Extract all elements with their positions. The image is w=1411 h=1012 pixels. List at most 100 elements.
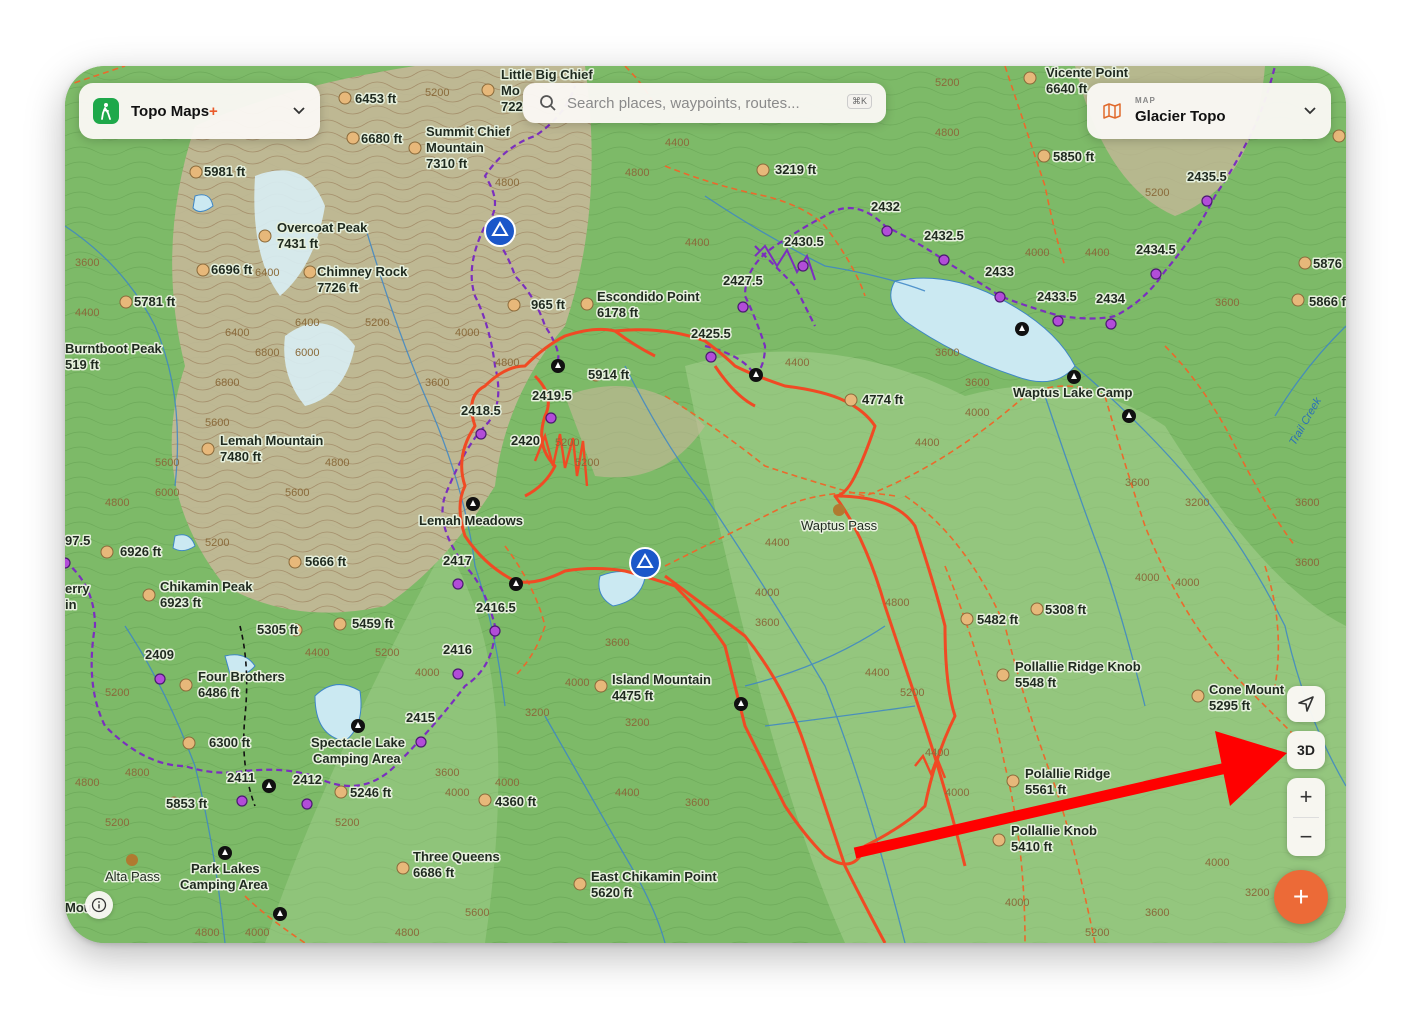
svg-text:4400: 4400 [75, 307, 99, 319]
svg-text:6000: 6000 [155, 487, 179, 499]
place-label: Camping Area [313, 751, 401, 766]
place-label: Alta Pass [105, 869, 160, 884]
chevron-down-icon [293, 107, 305, 115]
info-button[interactable] [85, 891, 113, 919]
svg-text:6400: 6400 [255, 267, 279, 279]
peak-label: 5246 ft [350, 785, 392, 800]
svg-text:4000: 4000 [1135, 572, 1159, 584]
place-label: in [65, 597, 77, 612]
peak-label: 5853 ft [166, 796, 208, 811]
svg-text:4400: 4400 [665, 137, 689, 149]
svg-text:6400: 6400 [295, 317, 319, 329]
svg-text:6400: 6400 [225, 327, 249, 339]
svg-text:5600: 5600 [285, 487, 309, 499]
svg-text:3600: 3600 [1295, 497, 1319, 509]
peak-label: Mo [501, 83, 520, 98]
mile-marker-label: 2430.5 [784, 234, 824, 249]
peak-label: 7726 ft [317, 280, 359, 295]
peak-label: Three Queens [413, 849, 500, 864]
svg-text:4000: 4000 [1005, 897, 1029, 909]
peak-label: 6926 ft [120, 544, 162, 559]
svg-text:4000: 4000 [1205, 857, 1229, 869]
svg-text:5200: 5200 [205, 537, 229, 549]
svg-text:5600: 5600 [155, 457, 179, 469]
svg-text:4000: 4000 [1175, 577, 1199, 589]
peak-label: Vicente Point [1046, 66, 1129, 80]
peak-label: Cone Mount [1209, 682, 1285, 697]
peak-label: 3219 ft [775, 162, 817, 177]
place-label: Waptus Lake Camp [1013, 385, 1132, 400]
add-button[interactable]: + [1274, 870, 1328, 924]
peak-label: 5482 ft [977, 612, 1019, 627]
peak-label: 4475 ft [612, 688, 654, 703]
peak-label: East Chikamin Point [591, 869, 717, 884]
mile-marker-label: 2419.5 [532, 388, 572, 403]
peak-label: 5410 ft [1011, 839, 1053, 854]
svg-text:4000: 4000 [495, 777, 519, 789]
peak-label: Mountain [426, 140, 484, 155]
search-bar[interactable]: ⌘K [523, 83, 886, 123]
search-icon [540, 95, 556, 111]
svg-text:4000: 4000 [415, 667, 439, 679]
mile-marker-label: 2434.5 [1136, 242, 1176, 257]
svg-text:4400: 4400 [925, 747, 949, 759]
map-window: 5200 4800 4800 4400 4400 5200 4800 4000 4400 5… [65, 66, 1346, 943]
chevron-down-icon [1304, 107, 1316, 115]
peak-label: 6300 ft [209, 735, 251, 750]
peak-label: 6923 ft [160, 595, 202, 610]
peak-label: 6486 ft [198, 685, 240, 700]
search-input[interactable] [565, 93, 839, 113]
peak-label: Burntboot Peak [65, 341, 163, 356]
place-label: Lemah Meadows [419, 513, 523, 528]
peak-label: 5781 ft [134, 294, 176, 309]
peak-label: 6453 ft [355, 91, 397, 106]
svg-text:3600: 3600 [965, 377, 989, 389]
peak-label: 6640 ft [1046, 81, 1088, 96]
svg-text:4800: 4800 [495, 177, 519, 189]
peak-label: Summit Chief [426, 124, 510, 139]
zoom-controls: + − [1287, 778, 1325, 856]
topo-map[interactable]: 5200 4800 4800 4400 4400 5200 4800 4000 4400 5… [65, 66, 1346, 943]
map-caption: MAP [1135, 96, 1156, 105]
peak-label: 5914 ft [588, 367, 630, 382]
campsite-icon[interactable] [629, 547, 661, 579]
peak-label: Polallie Ridge [1025, 766, 1110, 781]
app-name: Topo Maps+ [131, 102, 218, 120]
peak-label: 5850 ft [1053, 149, 1095, 164]
svg-text:4000: 4000 [1025, 247, 1049, 259]
svg-text:5200: 5200 [365, 317, 389, 329]
map-style-selector[interactable]: MAP Glacier Topo [1087, 83, 1331, 139]
peak-label: Chikamin Peak [160, 579, 253, 594]
svg-text:4400: 4400 [305, 647, 329, 659]
mile-marker-label: 2427.5 [723, 273, 763, 288]
svg-text:3600: 3600 [755, 617, 779, 629]
peak-label: 5561 ft [1025, 782, 1067, 797]
place-label: Waptus Pass [801, 518, 878, 533]
place-label: Camping Area [180, 877, 268, 892]
svg-text:5600: 5600 [205, 417, 229, 429]
3d-toggle-button[interactable]: 3D [1287, 731, 1325, 769]
mile-marker-label: 2432 [871, 199, 900, 214]
svg-text:4000: 4000 [245, 927, 269, 939]
mile-marker-label: 2416.5 [476, 600, 516, 615]
peak-label: 5866 ft [1309, 294, 1346, 309]
campsite-icon[interactable] [484, 215, 516, 247]
locate-button[interactable] [1287, 686, 1325, 722]
map-icon [1103, 103, 1121, 119]
svg-text:4800: 4800 [75, 777, 99, 789]
svg-text:4800: 4800 [625, 167, 649, 179]
mile-marker-label: 2411 [227, 770, 255, 785]
svg-text:5200: 5200 [935, 77, 959, 89]
svg-text:4400: 4400 [915, 437, 939, 449]
app-switcher[interactable]: Topo Maps+ [79, 83, 320, 139]
zoom-out-button[interactable]: − [1287, 818, 1325, 856]
zoom-in-button[interactable]: + [1287, 778, 1325, 816]
svg-text:3600: 3600 [685, 797, 709, 809]
mile-marker-label: 2425.5 [691, 326, 731, 341]
peak-label: 6696 ft [211, 262, 253, 277]
svg-text:3600: 3600 [425, 377, 449, 389]
peak-label: 4774 ft [862, 392, 904, 407]
peak-label: 6178 ft [597, 305, 639, 320]
peak-label: 5459 ft [352, 616, 394, 631]
svg-text:4800: 4800 [325, 457, 349, 469]
